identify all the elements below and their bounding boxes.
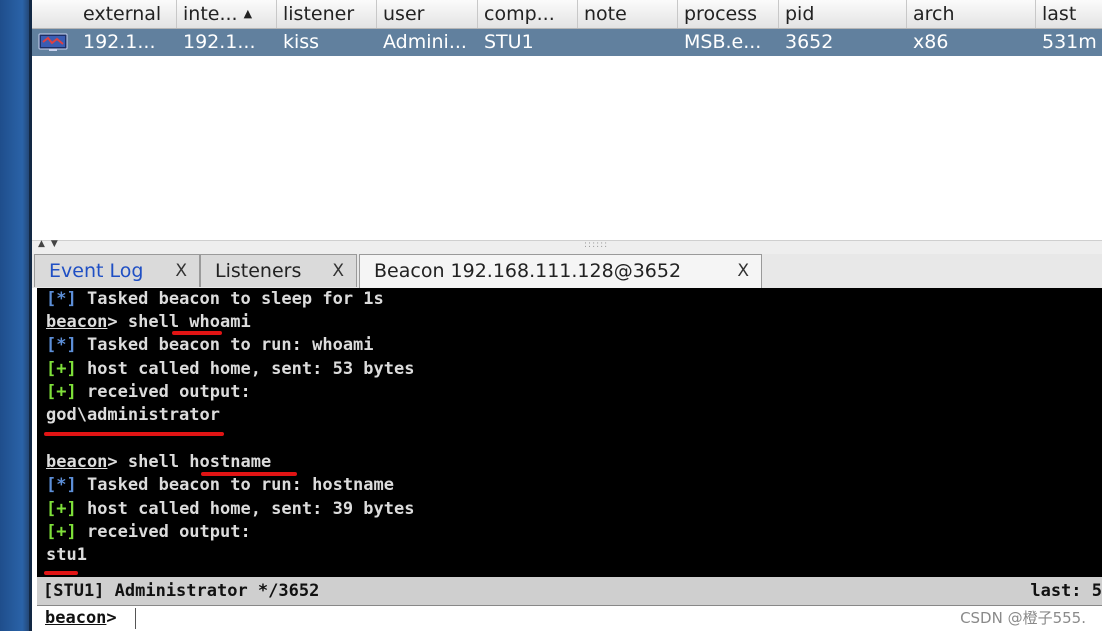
tab-listeners[interactable]: Listeners X — [200, 254, 357, 287]
status-last-checkin: last: 5 — [1030, 581, 1102, 601]
column-header-process[interactable]: process — [678, 0, 779, 28]
text-cursor — [135, 608, 136, 629]
desktop-taskbar-edge — [0, 0, 32, 631]
status-session-info: [STU1] Administrator */3652 — [43, 581, 320, 601]
beacon-console-output[interactable]: [*] Tasked beacon to sleep for 1s beacon… — [37, 288, 1102, 577]
sort-ascending-icon: ▲ — [243, 7, 253, 20]
cell-pid: 3652 — [785, 31, 834, 53]
table-header: external inte... ▲ listener user comp... … — [32, 0, 1102, 29]
sessions-table: external inte... ▲ listener user comp... … — [32, 0, 1102, 240]
command-input[interactable] — [137, 607, 961, 631]
red-annotation-underline — [172, 331, 222, 335]
cell-external: 192.1... — [83, 31, 156, 53]
console-line: beacon> shell whoami — [46, 312, 251, 332]
collapse-arrows-icon[interactable]: ▲▼ — [38, 239, 64, 249]
cell-user: Admini... — [383, 31, 467, 53]
beacon-monitor-icon — [38, 33, 68, 51]
cell-internal: 192.1... — [183, 31, 256, 53]
column-header-external[interactable]: external — [77, 0, 177, 28]
red-annotation-underline — [201, 472, 297, 476]
cell-last: 531m — [1042, 31, 1097, 53]
cell-process: MSB.e... — [684, 31, 762, 53]
close-icon[interactable]: X — [332, 255, 344, 288]
column-header-pid[interactable]: pid — [779, 0, 907, 28]
input-prompt: beacon> — [45, 608, 117, 628]
cell-note — [578, 29, 678, 56]
tab-bar: Event Log X Listeners X Beacon 192.168.1… — [32, 254, 1102, 288]
column-header-last[interactable]: last — [1036, 0, 1102, 28]
splitter-grip-icon: :::::: — [584, 240, 609, 250]
red-annotation-underline — [44, 432, 224, 436]
tab-beacon[interactable]: Beacon 192.168.111.128@3652 X — [359, 254, 762, 288]
pane-splitter[interactable]: ▲▼ :::::: — [32, 239, 1102, 255]
close-icon[interactable]: X — [175, 255, 187, 288]
red-annotation-underline — [44, 571, 78, 575]
close-icon[interactable]: X — [737, 255, 749, 288]
console-line: beacon> shell hostname — [46, 452, 272, 472]
command-input-bar: beacon> CSDN @橙子555. — [37, 605, 1102, 632]
table-row[interactable]: 192.1... 192.1... kiss Admini... STU1 MS… — [32, 29, 1102, 56]
console-line: [+] received output: — [46, 522, 251, 542]
tab-label: Beacon 192.168.111.128@3652 — [374, 260, 682, 282]
column-header-listener[interactable]: listener — [277, 0, 377, 28]
console-line: [*] Tasked beacon to run: hostname — [46, 475, 394, 495]
column-header-note[interactable]: note — [578, 0, 678, 28]
column-header-computer[interactable]: comp... — [478, 0, 578, 28]
console-line: [*] Tasked beacon to sleep for 1s — [46, 289, 384, 309]
console-line: [+] host called home, sent: 39 bytes — [46, 499, 415, 519]
csdn-watermark: CSDN @橙子555. — [960, 609, 1086, 627]
console-line: god\administrator — [46, 405, 220, 425]
column-header-user[interactable]: user — [377, 0, 478, 28]
beacon-status-bar: [STU1] Administrator */3652 last: 5 — [37, 577, 1102, 605]
cell-listener: kiss — [283, 31, 320, 53]
column-header-internal[interactable]: inte... ▲ — [177, 0, 277, 28]
cell-arch: x86 — [913, 31, 949, 53]
console-line: [+] host called home, sent: 53 bytes — [46, 359, 415, 379]
console-line: [+] received output: — [46, 382, 251, 402]
console-line: stu1 — [46, 545, 87, 565]
tab-event-log[interactable]: Event Log X — [34, 254, 200, 287]
tab-label: Listeners — [215, 260, 302, 282]
console-line: [*] Tasked beacon to run: whoami — [46, 335, 374, 355]
column-header-arch[interactable]: arch — [907, 0, 1036, 28]
tab-label: Event Log — [49, 260, 144, 282]
cell-computer: STU1 — [484, 31, 534, 53]
